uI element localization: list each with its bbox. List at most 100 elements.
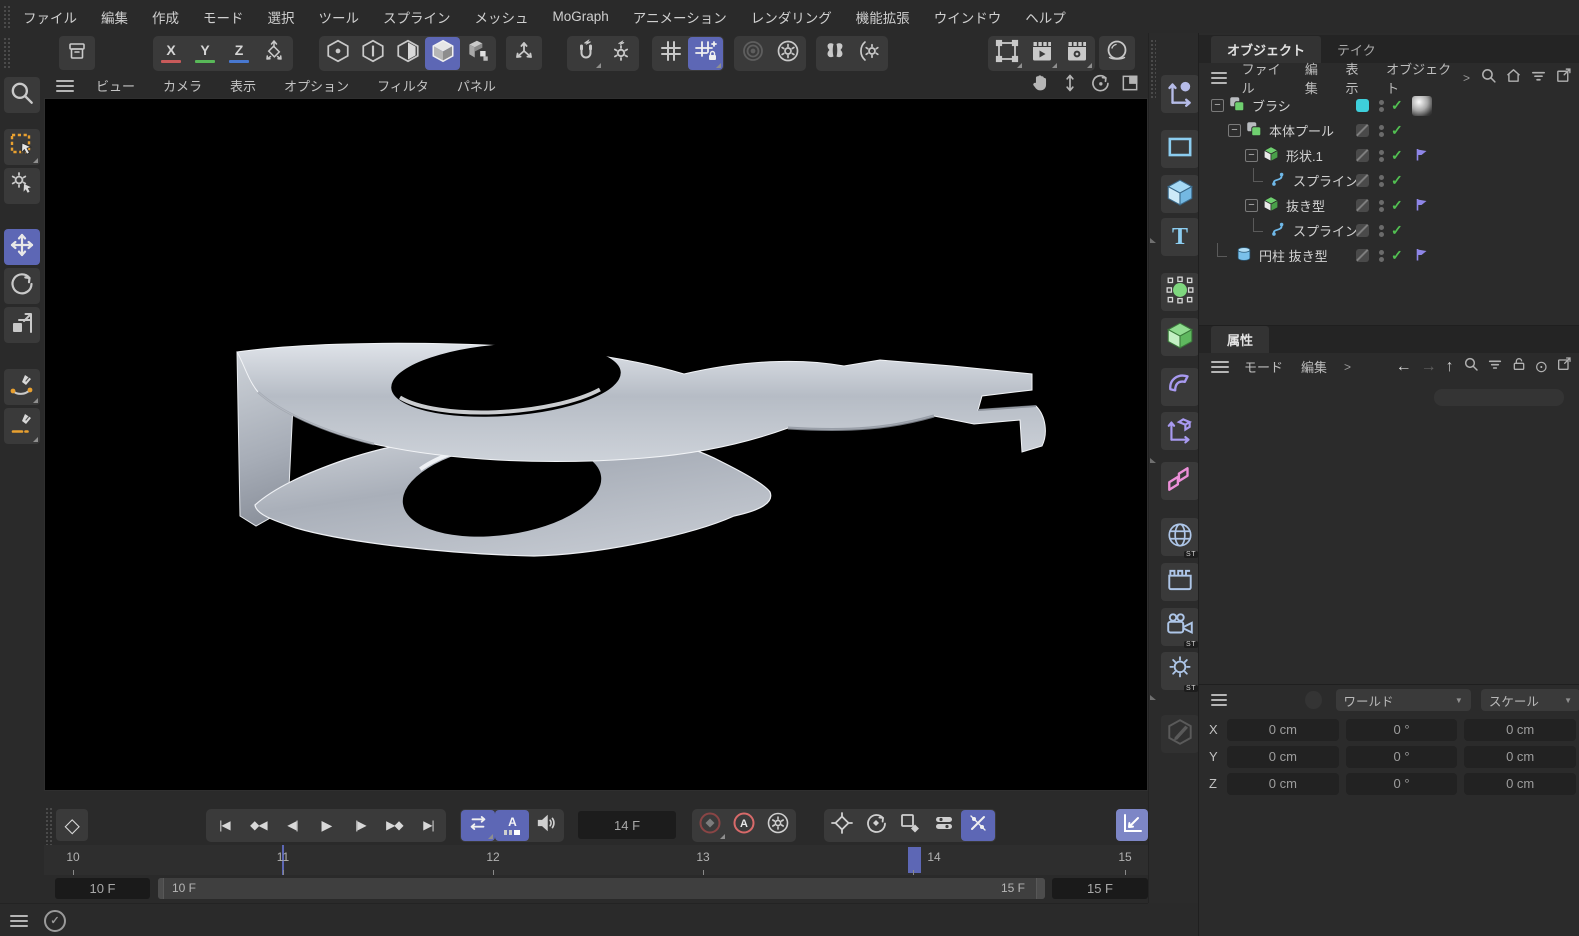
coord-x-rotation-field[interactable]: 0 ° (1346, 719, 1458, 741)
sketch-tool-button[interactable] (4, 408, 40, 444)
collapse-toggle[interactable]: − (1245, 199, 1258, 212)
om-menu-objects[interactable]: オブジェクト (1377, 59, 1463, 97)
right-palette-grip[interactable] (1150, 39, 1156, 99)
enable-check-icon[interactable]: ✓ (1391, 247, 1403, 264)
tag-icon[interactable] (1414, 147, 1429, 165)
use-axis-button[interactable] (256, 37, 292, 70)
viewport-menu-view[interactable]: ビュー (82, 76, 149, 95)
record-rotation-button[interactable] (859, 810, 893, 841)
enable-check-icon[interactable]: ✓ (1391, 222, 1403, 239)
center-circles-button[interactable] (735, 37, 770, 70)
goto-end-button[interactable]: ▶| (411, 810, 445, 841)
object-row-shape-1[interactable]: − 形状.1 ✓ (1199, 143, 1579, 168)
target-mode-icon[interactable]: ⊙ (1535, 357, 1548, 377)
primitive-cube-button[interactable] (1161, 175, 1199, 213)
autokey-master-button[interactable]: A (727, 810, 761, 841)
interaction-settings-button[interactable] (770, 37, 805, 70)
menu-item-window[interactable]: ウインドウ (922, 7, 1014, 27)
coord-y-position-field[interactable]: 0 cm (1227, 746, 1339, 768)
coord-y-rotation-field[interactable]: 0 ° (1346, 746, 1458, 768)
tweak-tool-button[interactable] (4, 168, 40, 204)
prev-frame-button[interactable]: ◀| (275, 810, 309, 841)
layer-swatch-empty[interactable] (1356, 174, 1369, 187)
light-object-button[interactable]: ST (1161, 652, 1199, 690)
subdivision-surface-button[interactable] (1161, 273, 1199, 311)
current-frame-field[interactable]: 14 F (578, 811, 675, 839)
collapse-toggle[interactable]: − (1211, 99, 1224, 112)
prev-key-button[interactable]: ◆◀ (241, 810, 275, 841)
menu-item-tools[interactable]: ツール (307, 7, 372, 27)
model-mode-button[interactable] (425, 37, 460, 70)
object-row-body-pool[interactable]: − 本体プール ✓ (1199, 118, 1579, 143)
enable-check-icon[interactable]: ✓ (1391, 122, 1403, 139)
viewport-menu-filter[interactable]: フィルタ (363, 76, 443, 95)
visibility-dots[interactable] (1379, 173, 1384, 189)
viewport-menu-options[interactable]: オプション (270, 76, 363, 95)
tab-attributes[interactable]: 属性 (1211, 326, 1269, 353)
visibility-dots[interactable] (1379, 98, 1384, 114)
layer-swatch-empty[interactable] (1356, 224, 1369, 237)
render-view-button[interactable] (989, 37, 1024, 70)
rotate-tool-button[interactable] (4, 268, 40, 304)
history-back-icon[interactable]: ← (1396, 358, 1412, 376)
text-object-button[interactable]: T (1161, 218, 1199, 256)
range-end-field[interactable]: 15 F (1052, 878, 1148, 899)
collapse-toggle[interactable]: − (1228, 124, 1241, 137)
maximize-view-icon[interactable] (1120, 73, 1140, 98)
pan-hand-icon[interactable] (1030, 73, 1050, 98)
menu-item-create[interactable]: 作成 (140, 7, 191, 27)
keying-settings-button[interactable] (761, 810, 795, 841)
visibility-dots[interactable] (1379, 148, 1384, 164)
menu-item-help[interactable]: ヘルプ (1013, 7, 1078, 27)
external-window-icon[interactable] (1555, 67, 1572, 89)
edit-hexagon-button[interactable] (1161, 715, 1199, 753)
panel-resize-handle[interactable] (1150, 238, 1156, 243)
coord-x-position-field[interactable]: 0 cm (1227, 719, 1339, 741)
menu-overflow-chevron[interactable]: > (1463, 71, 1470, 85)
menu-item-select[interactable]: 選択 (256, 7, 307, 27)
tag-icon[interactable] (1414, 197, 1429, 215)
coordinate-system-dropdown[interactable]: ワールド ▼ (1336, 689, 1471, 711)
select-tool-button[interactable] (4, 129, 40, 165)
object-axis-mode-button[interactable] (460, 37, 495, 70)
viewport-solo-button[interactable] (4, 77, 40, 113)
spline-rectangle-button[interactable] (1161, 130, 1199, 168)
spline-pen-palette-button[interactable] (1161, 75, 1199, 113)
visibility-dots[interactable] (1379, 223, 1384, 239)
tag-icon[interactable] (1414, 247, 1429, 265)
material-thumbnail[interactable] (1412, 96, 1432, 116)
object-row-spline-2[interactable]: スプライン ✓ (1199, 218, 1579, 243)
quantize-toggle-button[interactable] (688, 37, 723, 70)
collapse-toggle[interactable]: − (1245, 149, 1258, 162)
home-icon[interactable] (1505, 67, 1522, 89)
enable-check-icon[interactable]: ✓ (1391, 172, 1403, 189)
menu-item-file[interactable]: ファイル (11, 7, 89, 27)
viewport-menu-display[interactable]: 表示 (216, 76, 270, 95)
object-row-brush[interactable]: − ブラシ ✓ (1199, 93, 1579, 118)
menu-grip[interactable] (3, 5, 11, 29)
sound-button[interactable] (529, 810, 563, 841)
snap-settings-button[interactable] (603, 37, 638, 70)
filter-icon[interactable] (1487, 356, 1503, 377)
generator-cube-button[interactable] (1161, 318, 1199, 356)
panel-resize-handle[interactable] (1150, 458, 1156, 463)
status-hamburger-icon[interactable] (10, 912, 28, 930)
scale-tool-button[interactable] (4, 307, 40, 343)
visibility-dots[interactable] (1379, 198, 1384, 214)
edge-mode-button[interactable] (355, 37, 390, 70)
layer-color-swatch[interactable] (1356, 99, 1369, 112)
object-row-cylinder-cutter[interactable]: 円柱 抜き型 ✓ (1199, 243, 1579, 268)
lock-y-button[interactable]: Y (188, 37, 222, 70)
content-browser-button[interactable] (59, 36, 95, 70)
point-mode-button[interactable] (320, 37, 355, 70)
sky-object-button[interactable]: ST (1161, 518, 1199, 556)
history-forward-icon[interactable]: → (1421, 358, 1437, 376)
coord-x-scale-field[interactable]: 0 cm (1464, 719, 1576, 741)
menu-item-render[interactable]: レンダリング (739, 7, 844, 27)
coord-z-rotation-field[interactable]: 0 ° (1346, 773, 1458, 795)
record-position-button[interactable] (825, 810, 859, 841)
viewport-menu-camera[interactable]: カメラ (149, 76, 216, 95)
record-parameters-button[interactable] (927, 810, 961, 841)
enable-check-icon[interactable]: ✓ (1391, 97, 1403, 114)
enable-check-icon[interactable]: ✓ (1391, 197, 1403, 214)
